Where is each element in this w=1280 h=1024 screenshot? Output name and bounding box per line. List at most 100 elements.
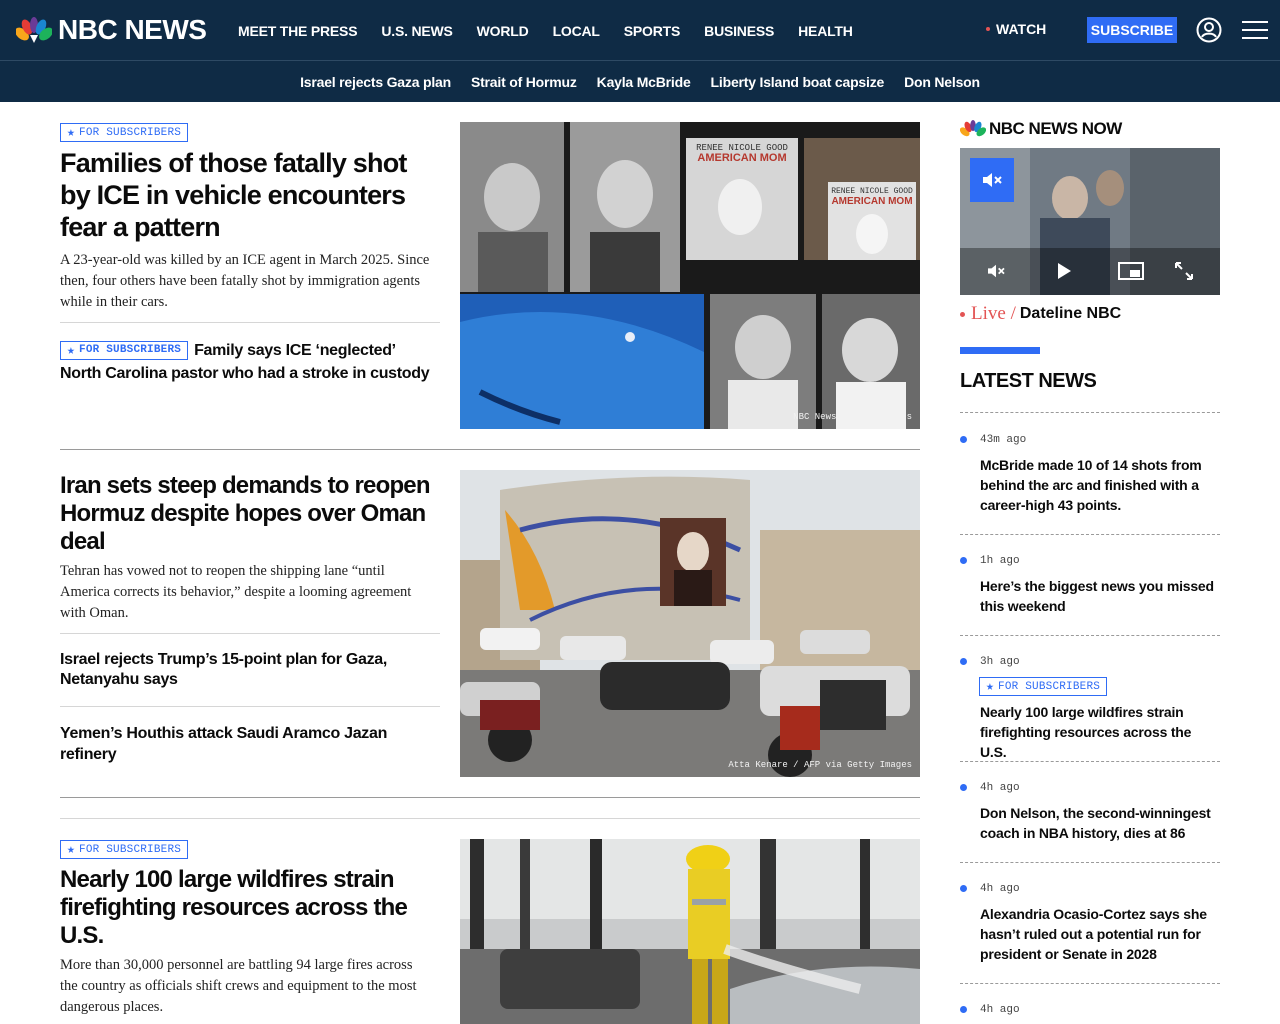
section-divider: [60, 797, 920, 798]
star-icon: ★: [986, 679, 995, 694]
accent-rule: [960, 347, 1040, 354]
nav-item-health[interactable]: HEALTH: [798, 23, 853, 39]
trending-link[interactable]: Kayla McBride: [597, 74, 691, 90]
badge-label: FOR SUBSCRIBERS: [79, 843, 182, 856]
nav-item-local[interactable]: LOCAL: [553, 23, 600, 39]
dotted-divider: [960, 635, 1220, 636]
story-dek: Tehran has vowed not to reopen the shipp…: [60, 563, 412, 621]
latest-news-link[interactable]: Alexandria Ocasio-Cortez says she hasn’t…: [980, 904, 1220, 964]
nav-item-sports[interactable]: SPORTS: [624, 23, 681, 39]
bullet-icon: [960, 557, 967, 564]
nav-item-us-news[interactable]: U.S. NEWS: [381, 23, 453, 39]
sign-text: AMERICAN MOM: [697, 152, 786, 164]
dotted-divider: [960, 412, 1220, 413]
live-label: Live /: [971, 303, 1016, 324]
subscriber-badge: ★ FOR SUBSCRIBERS: [60, 840, 189, 859]
image-credit: Atta Kenare / AFP via Getty Images: [728, 760, 912, 770]
dotted-divider: [960, 983, 1220, 984]
latest-news-link[interactable]: McBride made 10 of 14 shots from behind …: [980, 455, 1220, 515]
bullet-icon: [960, 436, 967, 443]
nbc-news-now-logo[interactable]: NBC NEWS NOW: [960, 119, 1122, 139]
section-divider: [60, 818, 920, 819]
hamburger-menu-icon[interactable]: [1242, 19, 1268, 41]
subscriber-badge: ★ FOR SUBSCRIBERS: [60, 123, 189, 142]
unmute-button[interactable]: [970, 158, 1014, 202]
mute-icon: [983, 173, 1002, 187]
live-show-label[interactable]: Live / Dateline NBC: [960, 303, 1121, 325]
account-icon[interactable]: [1196, 17, 1222, 43]
subscribe-button[interactable]: SUBSCRIBE: [1087, 17, 1177, 43]
divider: [60, 322, 440, 323]
story-headline[interactable]: Nearly 100 large wildfires strain firefi…: [60, 866, 440, 950]
trending-link[interactable]: Israel rejects Gaza plan: [300, 74, 451, 90]
star-icon: ★: [67, 125, 76, 140]
show-name: Dateline NBC: [1019, 305, 1122, 322]
latest-news-link[interactable]: Don Nelson, the second-winningest coach …: [980, 803, 1220, 843]
section-divider: [60, 449, 920, 450]
dotted-divider: [960, 761, 1220, 762]
bullet-icon: [960, 658, 967, 665]
badge-label: FOR SUBSCRIBERS: [79, 126, 182, 139]
latest-news-link[interactable]: Here’s the biggest news you missed this …: [980, 576, 1220, 616]
star-icon: ★: [67, 842, 76, 857]
badge-label: FOR SUBSCRIBERS: [998, 680, 1101, 693]
timestamp: 4h ago: [980, 782, 1020, 794]
picture-in-picture-icon[interactable]: [1118, 262, 1144, 280]
trending-bar: Israel rejects Gaza plan Strait of Hormu…: [0, 61, 1280, 102]
divider: [60, 633, 440, 634]
collage-illustration: RENEE NICOLE GOOD AMERICAN MOM RENEE NIC…: [460, 122, 920, 429]
image-credit: NBC News; Getty Images: [793, 412, 912, 422]
story-image-tehran-street[interactable]: Atta Kenare / AFP via Getty Images: [460, 470, 920, 777]
sign-text: AMERICAN MOM: [831, 196, 912, 207]
bullet-icon: [960, 885, 967, 892]
peacock-logo-icon: [16, 17, 52, 43]
trending-link[interactable]: Don Nelson: [904, 74, 980, 90]
subscriber-badge: ★ FOR SUBSCRIBERS: [979, 677, 1108, 696]
bullet-icon: [960, 784, 967, 791]
live-dot-icon: [986, 27, 990, 31]
nav-item-meet-the-press[interactable]: MEET THE PRESS: [238, 23, 358, 39]
dotted-divider: [960, 862, 1220, 863]
story-image-ice-collage[interactable]: RENEE NICOLE GOOD AMERICAN MOM RENEE NIC…: [460, 122, 920, 429]
live-dot-icon: [960, 311, 965, 317]
mute-icon[interactable]: [986, 263, 1006, 279]
watch-link[interactable]: WATCH: [986, 21, 1046, 37]
story-dek: A 23-year-old was killed by an ICE agent…: [60, 252, 430, 310]
trending-link[interactable]: Strait of Hormuz: [471, 74, 577, 90]
subscriber-badge: ★ FOR SUBSCRIBERS: [60, 341, 189, 360]
wildfire-illustration: [460, 839, 920, 1024]
timestamp: 3h ago: [980, 656, 1020, 668]
rail-logo-text: NBC NEWS NOW: [989, 119, 1122, 138]
trending-link[interactable]: Liberty Island boat capsize: [711, 74, 885, 90]
nav-item-world[interactable]: WORLD: [477, 23, 529, 39]
timestamp: 1h ago: [980, 555, 1020, 567]
related-story-link[interactable]: Israel rejects Trump’s 15-point plan for…: [60, 650, 440, 690]
timestamp: 4h ago: [980, 1004, 1020, 1016]
latest-news-title: LATEST NEWS: [960, 370, 1097, 392]
dotted-divider: [960, 534, 1220, 535]
divider: [60, 706, 440, 707]
story-headline[interactable]: Iran sets steep demands to reopen Hormuz…: [60, 472, 440, 556]
main-nav: MEET THE PRESS U.S. NEWS WORLD LOCAL SPO…: [238, 0, 877, 61]
related-story-link[interactable]: ★ FOR SUBSCRIBERS Family says ICE ‘neglect…: [60, 339, 440, 385]
sign-text: RENEE NICOLE GOOD: [831, 187, 913, 196]
fullscreen-icon[interactable]: [1174, 261, 1194, 281]
story-headline[interactable]: Families of those fatally shot by ICE in…: [60, 147, 440, 243]
play-icon[interactable]: [1056, 262, 1072, 280]
story-image-wildfire[interactable]: [460, 839, 920, 1024]
watch-label: WATCH: [996, 21, 1047, 37]
logo-wordmark: NBC NEWS: [58, 14, 207, 45]
latest-news-link[interactable]: Nearly 100 large wildfires strain firefi…: [980, 702, 1220, 762]
story-dek: More than 30,000 personnel are battling …: [60, 957, 417, 1015]
live-video-player[interactable]: [960, 148, 1220, 295]
street-illustration: [460, 470, 920, 777]
star-icon: ★: [67, 343, 76, 358]
related-story-link[interactable]: Yemen’s Houthis attack Saudi Aramco Jaza…: [60, 723, 440, 765]
timestamp: 4h ago: [980, 883, 1020, 895]
peacock-logo-icon: [960, 120, 986, 137]
timestamp: 43m ago: [980, 434, 1027, 446]
bullet-icon: [960, 1006, 967, 1013]
nbc-news-logo[interactable]: NBC NEWS: [16, 14, 207, 46]
nav-item-business[interactable]: BUSINESS: [704, 23, 774, 39]
site-header: NBC NEWS MEET THE PRESS U.S. NEWS WORLD …: [0, 0, 1280, 61]
